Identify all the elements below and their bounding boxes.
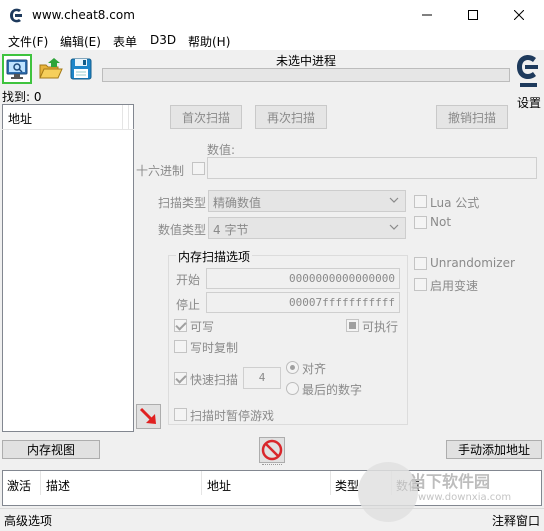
address-column-header[interactable]: 地址 <box>8 110 32 127</box>
close-icon <box>514 10 524 20</box>
column-header-address[interactable]: 地址 <box>207 477 231 494</box>
copy-on-write-checkbox[interactable] <box>174 340 187 353</box>
lua-formula-label: Lua 公式 <box>430 196 480 210</box>
watermark-url: www.downxia.com <box>418 492 512 503</box>
hex-checkbox[interactable] <box>192 162 205 175</box>
open-file-button[interactable] <box>36 54 66 84</box>
not-checkbox[interactable] <box>414 216 427 229</box>
menu-file[interactable]: 文件(F) <box>8 33 48 50</box>
fast-scan-label: 快速扫描 <box>190 373 239 387</box>
copy-on-write-label: 写时复制 <box>190 341 239 355</box>
arrow-down-right-icon <box>139 407 156 424</box>
lua-formula-checkbox[interactable] <box>414 195 427 208</box>
save-button[interactable] <box>66 54 96 84</box>
column-divider <box>330 471 331 495</box>
writable-label: 可写 <box>190 320 215 334</box>
open-process-icon <box>6 59 28 79</box>
minimize-button[interactable] <box>404 0 450 30</box>
pause-game-label: 扫描时暂停游戏 <box>190 409 275 423</box>
open-process-button[interactable] <box>2 54 32 84</box>
not-label: Not <box>430 215 452 229</box>
advanced-options-button[interactable]: 高级选项 <box>4 512 52 529</box>
column-divider <box>128 105 129 129</box>
chevron-down-icon <box>389 197 399 203</box>
writable-checkbox[interactable] <box>174 319 187 332</box>
scan-type-value: 精确数值 <box>213 196 262 210</box>
undo-scan-button[interactable]: 撤销扫描 <box>436 105 508 129</box>
settings-label[interactable]: 设置 <box>517 94 541 111</box>
save-icon <box>70 58 92 80</box>
hex-label: 十六进制 <box>136 164 185 178</box>
executable-checkbox[interactable] <box>346 319 359 332</box>
app-logo-icon <box>8 7 25 24</box>
speedhack-checkbox[interactable] <box>414 278 427 291</box>
window-title: www.cheat8.com <box>32 8 135 22</box>
chevron-down-icon <box>389 224 399 230</box>
maximize-button[interactable] <box>450 0 496 30</box>
comment-window-button[interactable]: 注释窗口 <box>492 512 540 529</box>
column-divider <box>201 471 202 495</box>
minimize-icon <box>422 14 432 16</box>
memory-scan-options-title: 内存扫描选项 <box>176 248 253 265</box>
column-header-type[interactable]: 类型 <box>335 477 359 494</box>
stop-address-input[interactable]: 00007fffffffffff <box>206 292 400 313</box>
unrandomizer-label: Unrandomizer <box>430 256 515 270</box>
scan-type-select[interactable]: 精确数值 <box>208 190 406 212</box>
column-header-active[interactable]: 激活 <box>7 477 31 494</box>
next-scan-button[interactable]: 再次扫描 <box>255 105 327 129</box>
settings-button[interactable] <box>514 52 542 95</box>
value-type-label: 数值类型 <box>158 223 207 237</box>
value-type-select[interactable]: 4 字节 <box>208 217 406 239</box>
value-label: 数值: <box>207 143 236 157</box>
scan-value-input[interactable] <box>207 157 537 179</box>
pause-game-checkbox[interactable] <box>174 408 187 421</box>
maximize-icon <box>468 10 478 20</box>
process-label: 未选中进程 <box>275 54 336 68</box>
start-address-input[interactable]: 0000000000000000 <box>206 268 400 289</box>
stop-label: 停止 <box>176 298 201 312</box>
unrandomizer-checkbox[interactable] <box>414 257 427 270</box>
column-divider <box>40 471 41 495</box>
add-to-list-button[interactable] <box>136 404 161 429</box>
alignment-radio[interactable] <box>286 361 299 374</box>
watermark-text: 当下软件园 <box>410 472 491 491</box>
splitter-handle[interactable] <box>262 464 282 467</box>
executable-label: 可执行 <box>362 320 399 334</box>
add-address-manually-button[interactable]: 手动添加地址 <box>446 440 542 459</box>
menu-help[interactable]: 帮助(H) <box>188 33 230 50</box>
start-label: 开始 <box>176 273 201 287</box>
column-divider <box>122 105 123 129</box>
column-header-description[interactable]: 描述 <box>46 477 70 494</box>
first-scan-button[interactable]: 首次扫描 <box>170 105 242 129</box>
found-address-list[interactable] <box>2 104 134 432</box>
menu-d3d[interactable]: D3D <box>150 33 176 47</box>
menu-table[interactable]: 表单 <box>113 33 137 50</box>
alignment-label: 对齐 <box>302 362 327 376</box>
last-digits-label: 最后的数字 <box>302 383 363 397</box>
memory-view-button[interactable]: 内存视图 <box>2 440 100 459</box>
menu-edit[interactable]: 编辑(E) <box>60 33 101 50</box>
scan-progress-bar <box>102 68 510 82</box>
open-file-icon <box>39 58 63 79</box>
speedhack-label: 启用变速 <box>430 279 479 293</box>
fast-scan-value-input[interactable]: 4 <box>243 367 281 389</box>
scan-type-label: 扫描类型 <box>158 196 207 210</box>
value-type-value: 4 字节 <box>213 223 249 237</box>
status-bar <box>0 508 544 531</box>
stop-icon <box>261 439 283 461</box>
cheat-engine-logo-icon <box>517 55 538 87</box>
found-count: 找到: 0 <box>2 90 42 104</box>
last-digits-radio[interactable] <box>286 382 299 395</box>
stop-button[interactable] <box>259 437 285 463</box>
fast-scan-checkbox[interactable] <box>174 372 187 385</box>
close-button[interactable] <box>496 0 542 30</box>
